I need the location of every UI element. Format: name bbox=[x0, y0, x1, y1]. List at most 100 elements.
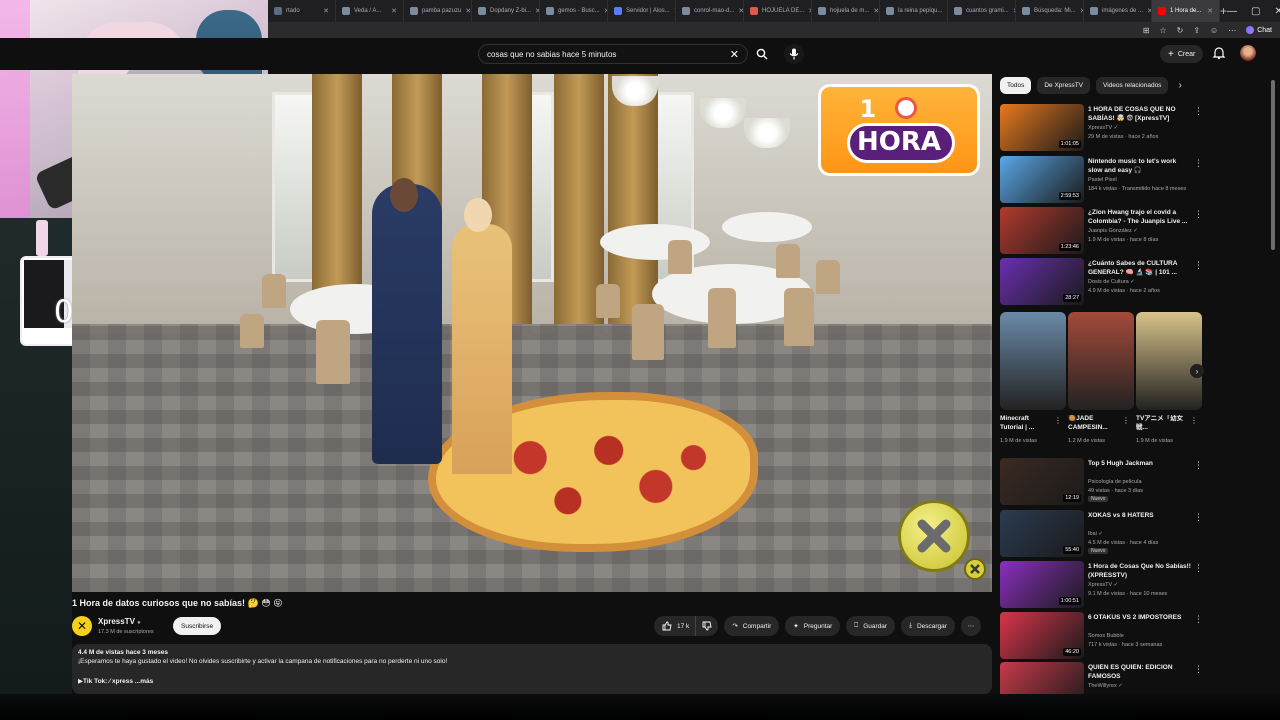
video-title-link[interactable]: 1 HORA DE COSAS QUE NO SABÍAS! 🤯 😨 [Xpre… bbox=[1088, 106, 1192, 123]
channel-name[interactable]: TheWillyrex ✓ bbox=[1088, 683, 1123, 689]
close-overlay-small-button[interactable] bbox=[964, 558, 986, 580]
video-thumbnail[interactable]: 12:19 bbox=[1000, 458, 1084, 505]
video-thumbnail[interactable]: 55:40 bbox=[1000, 510, 1084, 557]
more-vertical-icon[interactable]: ⋮ bbox=[1194, 106, 1203, 117]
browser-tab[interactable]: Veda / A... ✕ bbox=[336, 0, 404, 22]
browser-tab[interactable]: hojuela de m... ✕ bbox=[812, 0, 880, 22]
more-vertical-icon[interactable]: ⋮ bbox=[1194, 158, 1203, 169]
video-thumbnail[interactable]: 2:59:53 bbox=[1000, 156, 1084, 203]
description-box[interactable]: 4.4 M de vistas hace 3 meses ¡Esperamos … bbox=[72, 644, 992, 694]
extensions-icon[interactable]: ⊞ bbox=[1143, 26, 1150, 35]
download-button[interactable]: ⤓ Descargar bbox=[901, 616, 955, 636]
new-tab-button[interactable]: + bbox=[1220, 0, 1227, 22]
more-vertical-icon[interactable]: ⋮ bbox=[1194, 512, 1203, 523]
create-button[interactable]: + Crear bbox=[1160, 45, 1204, 63]
more-vertical-icon[interactable]: ⋮ bbox=[1194, 664, 1203, 675]
video-title-link[interactable]: 6 OTAKUS VS 2 IMPOSTORES bbox=[1088, 614, 1192, 623]
browser-tab[interactable]: conrol-mao-d... ✕ bbox=[676, 0, 744, 22]
recommended-video[interactable]: 55:40 XOKAS vs 8 HATERS Ibai ✓ 4.5 M de vis… bbox=[1000, 510, 1205, 558]
close-overlay-button[interactable] bbox=[898, 500, 970, 572]
filter-chip[interactable]: De XpressTV bbox=[1037, 77, 1091, 94]
browser-tab[interactable]: gemos - Busc...✕ bbox=[540, 0, 608, 22]
description-more-link[interactable]: ...más bbox=[135, 678, 153, 685]
recommended-video[interactable]: 1:00:51 1 Hora de Cosas Que No Sabías!! (… bbox=[1000, 561, 1205, 609]
short-title[interactable]: 🥘JADE CAMPESIN... bbox=[1068, 415, 1120, 432]
filter-chip[interactable]: Todos bbox=[1000, 77, 1032, 94]
video-thumbnail[interactable]: 1:00:51 bbox=[1000, 561, 1084, 608]
video-thumbnail[interactable]: 1:23:46 bbox=[1000, 207, 1084, 254]
browser-tab[interactable]: Dopdany Z-bi...✕ bbox=[472, 0, 540, 22]
more-vertical-icon[interactable]: ⋮ bbox=[1194, 209, 1203, 220]
bookmark-star-icon[interactable]: ☆ bbox=[1159, 26, 1166, 35]
channel-name[interactable]: XpressTV ● bbox=[98, 617, 141, 626]
browser-tab[interactable]: Búsqueda: Mi...✕ bbox=[1016, 0, 1084, 22]
more-vertical-icon[interactable]: ⋮ bbox=[1190, 416, 1198, 425]
close-tab-icon[interactable]: ✕ bbox=[391, 7, 397, 15]
search-box[interactable]: ✕ bbox=[478, 44, 748, 64]
close-tab-icon[interactable]: ✕ bbox=[1207, 7, 1213, 15]
scrollbar-thumb[interactable] bbox=[1271, 80, 1275, 250]
more-vertical-icon[interactable]: ⋮ bbox=[1122, 416, 1130, 425]
browser-tab[interactable]: pamba pazuzu ✕ bbox=[404, 0, 472, 22]
more-vertical-icon[interactable]: ⋮ bbox=[1194, 260, 1203, 271]
short-title[interactable]: TVアニメ「幼女戦... bbox=[1136, 415, 1188, 432]
channel-name[interactable]: Pastel Pixel bbox=[1088, 177, 1117, 183]
chevron-right-icon[interactable]: › bbox=[1178, 80, 1181, 91]
browser-tab[interactable]: rtado ✕ bbox=[268, 0, 336, 22]
voice-search-button[interactable] bbox=[784, 44, 804, 64]
video-thumbnail[interactable]: 46:20 bbox=[1000, 612, 1084, 659]
dislike-button[interactable] bbox=[695, 616, 719, 636]
video-player[interactable]: 1 HORA bbox=[72, 74, 992, 592]
channel-name[interactable]: XpressTV ✓ bbox=[1088, 125, 1118, 131]
video-thumbnail[interactable]: 1:01:05 bbox=[1000, 104, 1084, 151]
recommended-video[interactable]: 1:01:05 1 HORA DE COSAS QUE NO SABÍAS! 🤯 … bbox=[1000, 104, 1205, 152]
filter-chip[interactable]: Videos relacionados bbox=[1096, 77, 1169, 94]
channel-avatar[interactable]: ✕ bbox=[72, 616, 92, 636]
chat-button[interactable]: Chat bbox=[1246, 26, 1272, 34]
short-thumbnail[interactable] bbox=[1068, 312, 1134, 410]
profile-icon[interactable]: ☺ bbox=[1210, 26, 1218, 35]
recommended-video[interactable]: 12:19 Top 5 Hugh Jackman Psicología de pel… bbox=[1000, 458, 1205, 506]
ask-button[interactable]: ✦ Preguntar bbox=[785, 616, 841, 636]
video-title-link[interactable]: XOKAS vs 8 HATERS bbox=[1088, 512, 1192, 521]
browser-tab[interactable]: cuantos grami...✕ bbox=[948, 0, 1016, 22]
more-actions-button[interactable]: ⋯ bbox=[960, 616, 981, 636]
recommended-video[interactable]: 28:27 ¿Cuánto Sabes de CULTURA GENERAL? 🧠… bbox=[1000, 258, 1205, 306]
browser-tab[interactable]: Servidor | Alos...✕ bbox=[608, 0, 676, 22]
search-input[interactable] bbox=[487, 49, 730, 59]
minimize-icon[interactable]: — bbox=[1227, 6, 1237, 17]
clear-search-icon[interactable]: ✕ bbox=[730, 48, 739, 61]
short-thumbnail[interactable] bbox=[1136, 312, 1202, 410]
browser-tab[interactable]: imágenes de ...✕ bbox=[1084, 0, 1152, 22]
close-tab-icon[interactable]: ✕ bbox=[465, 7, 471, 15]
more-vertical-icon[interactable]: ⋮ bbox=[1194, 460, 1203, 471]
channel-name[interactable]: Somos Bubble bbox=[1088, 633, 1124, 639]
recommended-video[interactable]: 46:20 6 OTAKUS VS 2 IMPOSTORES Somos Bubbl… bbox=[1000, 612, 1205, 660]
account-avatar[interactable] bbox=[1240, 45, 1256, 61]
more-vertical-icon[interactable]: ⋮ bbox=[1054, 416, 1062, 425]
notifications-button[interactable] bbox=[1212, 46, 1226, 60]
close-window-icon[interactable]: ✕ bbox=[1274, 6, 1280, 17]
channel-name[interactable]: Ibai ✓ bbox=[1088, 531, 1103, 537]
video-title-link[interactable]: Top 5 Hugh Jackman bbox=[1088, 460, 1192, 469]
subscribe-button[interactable]: Suscribirse bbox=[173, 617, 222, 635]
share-button[interactable]: ↷ Compartir bbox=[724, 616, 780, 636]
channel-name[interactable]: Psicología de película bbox=[1088, 479, 1142, 485]
more-vertical-icon[interactable]: ⋮ bbox=[1194, 614, 1203, 625]
share-icon[interactable]: ⇪ bbox=[1193, 26, 1200, 35]
browser-menu-icon[interactable]: ⋯ bbox=[1228, 26, 1236, 35]
search-button[interactable] bbox=[752, 44, 772, 64]
channel-name[interactable]: XpressTV ✓ bbox=[1088, 582, 1118, 588]
video-title-link[interactable]: ¿Cuánto Sabes de CULTURA GENERAL? 🧠 🔬 📚 … bbox=[1088, 260, 1192, 277]
browser-tab[interactable]: 1 Hora de... ✕ bbox=[1152, 0, 1220, 22]
shorts-next-icon[interactable]: › bbox=[1190, 364, 1204, 378]
video-thumbnail[interactable]: 28:27 bbox=[1000, 258, 1084, 305]
video-title-link[interactable]: 1 Hora de Cosas Que No Sabías!! (XPRESST… bbox=[1088, 563, 1192, 580]
channel-name[interactable]: Dosis de Cultura ✓ bbox=[1088, 279, 1135, 285]
browser-tab[interactable]: HOJUELA DE...✕ bbox=[744, 0, 812, 22]
recommended-video[interactable]: 2:59:53 Nintendo music to let's work slow… bbox=[1000, 156, 1205, 204]
save-button[interactable]: ⎕ Guardar bbox=[846, 616, 896, 636]
browser-tab[interactable]: la reina pepiqu...✕ bbox=[880, 0, 948, 22]
like-button[interactable]: 17 k bbox=[654, 616, 696, 636]
maximize-icon[interactable]: ▢ bbox=[1251, 6, 1260, 17]
